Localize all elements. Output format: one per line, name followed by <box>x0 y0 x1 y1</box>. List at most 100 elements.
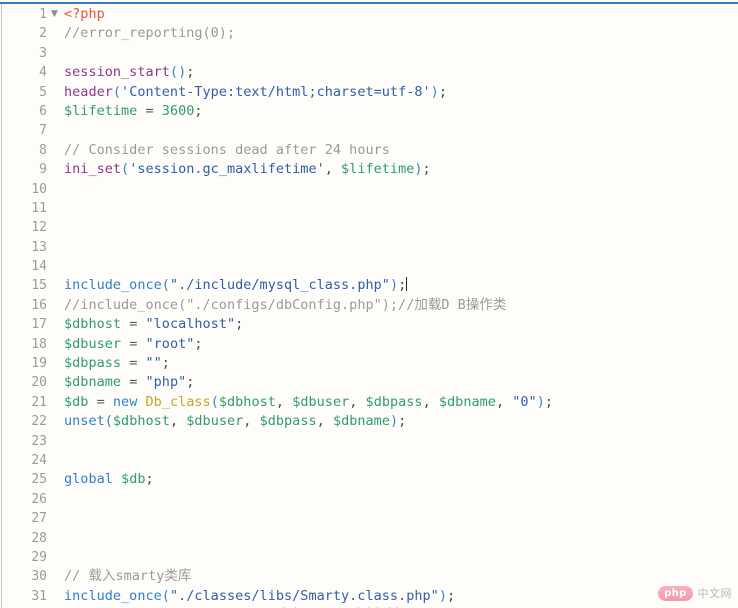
line-number: 18 <box>31 336 47 352</box>
code-fold-triangle-icon[interactable]: ▼ <box>48 5 61 24</box>
token-op: = <box>88 393 113 410</box>
code-line[interactable]: 1 ▼ <?php <box>0 5 738 24</box>
code-line[interactable]: 19 $dbpass = ""; <box>0 354 738 373</box>
token-paren: ( <box>210 393 219 410</box>
line-number: 21 <box>31 394 47 410</box>
token-str: "php" <box>145 374 187 391</box>
code-line[interactable]: 25 global $db; <box>0 470 738 489</box>
token-kw: new <box>112 393 138 410</box>
token-op: = <box>121 355 146 372</box>
code-line[interactable]: 7 <box>0 121 738 140</box>
code-line[interactable]: 29 <box>0 548 738 567</box>
token-punct: , <box>495 393 513 410</box>
code-line[interactable]: 30 // 载入smarty类库 <box>0 567 738 586</box>
token-var: $dbuser <box>292 393 350 410</box>
token-paren: ) <box>414 161 423 178</box>
code-line[interactable]: 26 <box>0 490 738 509</box>
token-cls: Db_class <box>145 393 211 410</box>
token-paren: ) <box>389 413 399 430</box>
token-str: 'Content-Type:text/html;charset=utf-8' <box>121 83 431 100</box>
token-comment: // Consider sessions dead after 24 hours <box>64 141 390 158</box>
code-line[interactable]: 28 <box>0 529 738 548</box>
code-line[interactable]: 24 <box>0 451 738 470</box>
line-number: 13 <box>31 239 47 255</box>
code-line[interactable]: 9 ini_set('session.gc_maxlifetime', $life… <box>0 160 738 179</box>
code-text: $dbhost = "localhost"; <box>64 315 243 334</box>
code-text: ini_set('session.gc_maxlifetime', $lifet… <box>64 160 431 179</box>
token-var: $db <box>121 471 146 488</box>
line-number: 12 <box>31 220 47 236</box>
token-punct: ; <box>194 335 203 352</box>
token-punct: ; <box>161 355 170 372</box>
line-number: 2 <box>39 26 47 42</box>
line-number: 4 <box>39 65 47 81</box>
token-var: $lifetime <box>341 161 415 178</box>
code-line[interactable]: 17 $dbhost = "localhost"; <box>0 315 738 334</box>
text-caret <box>406 277 408 292</box>
code-line[interactable]: 23 <box>0 432 738 451</box>
code-text: header('Content-Type:text/html;charset=u… <box>64 83 447 102</box>
code-line[interactable]: 21 $db = new Db_class($dbhost, $dbuser, $… <box>0 393 738 412</box>
code-line[interactable]: 4 session_start(); <box>0 63 738 82</box>
line-number: 26 <box>31 491 47 507</box>
line-number: 30 <box>31 569 47 585</box>
token-var: $db <box>64 393 89 410</box>
code-line[interactable]: 10 <box>0 180 738 199</box>
token-str: "./classes/libs/Smarty.class.php" <box>169 587 439 604</box>
token-kw: global <box>64 471 113 488</box>
code-line[interactable]: 14 <box>0 257 738 276</box>
code-line[interactable]: 5 header('Content-Type:text/html;charset=… <box>0 83 738 102</box>
token-punct: ; <box>194 102 203 119</box>
token-var: $dbpass <box>365 393 423 410</box>
token-paren: ( <box>161 277 170 294</box>
code-line[interactable]: 12 <box>0 218 738 237</box>
line-number: 10 <box>31 181 47 197</box>
line-number: 16 <box>31 297 47 313</box>
code-text: //error_reporting(0); <box>64 24 235 43</box>
line-number: 5 <box>39 84 47 100</box>
token-punct: ; <box>398 277 407 294</box>
line-number: 14 <box>31 259 47 275</box>
code-line[interactable]: 31 include_once("./classes/libs/Smarty.cl… <box>0 587 738 606</box>
token-var: $dbname <box>64 374 122 391</box>
token-op: = <box>121 316 146 333</box>
code-line[interactable]: 27 <box>0 509 738 528</box>
token-var: $dbname <box>332 413 390 430</box>
line-number: 3 <box>39 45 47 61</box>
token-punct: , <box>243 413 260 430</box>
code-line[interactable]: 13 <box>0 238 738 257</box>
line-number: 8 <box>39 142 47 158</box>
token-var: $dbuser <box>186 413 244 430</box>
token-punct: ; <box>186 374 195 391</box>
token-var: $dbpass <box>259 413 317 430</box>
code-line[interactable]: 22 unset($dbhost, $dbuser, $dbpass, $dbna… <box>0 412 738 431</box>
token-func: session_start <box>64 64 170 81</box>
token-punct: , <box>422 393 439 410</box>
token-str: "root" <box>145 335 195 352</box>
code-line[interactable]: 18 $dbuser = "root"; <box>0 335 738 354</box>
token-paren: ( <box>104 413 113 430</box>
token-str: "./include/mysql_class.php" <box>169 277 390 294</box>
code-content-area[interactable]: 1 ▼ <?php 2 //error_reporting(0); 3 4 session_s… <box>0 5 738 608</box>
code-line[interactable]: 8 // Consider sessions dead after 24 hour… <box>0 141 738 160</box>
code-line[interactable]: 20 $dbname = "php"; <box>0 373 738 392</box>
line-number: 7 <box>39 123 47 139</box>
code-text: include_once("./classes/libs/Smarty.clas… <box>64 587 455 606</box>
token-comment: //include_once("./configs/dbConfig.php")… <box>64 296 507 313</box>
code-line[interactable]: 2 //error_reporting(0); <box>0 24 738 43</box>
code-text: $dbname = "php"; <box>64 373 194 392</box>
code-line[interactable]: 3 <box>0 44 738 63</box>
token-op: = <box>121 335 146 352</box>
line-number: 9 <box>39 162 47 178</box>
token-inc: include_once <box>64 587 162 604</box>
token-comment: //error_reporting(0); <box>64 25 236 42</box>
code-text: unset($dbhost, $dbuser, $dbpass, $dbname… <box>64 412 406 431</box>
code-line[interactable]: 16 //include_once("./configs/dbConfig.php… <box>0 296 738 315</box>
code-line[interactable]: 11 <box>0 199 738 218</box>
line-number: 29 <box>31 549 47 565</box>
code-line[interactable]: 15 include_once("./include/mysql_class.ph… <box>0 276 738 295</box>
line-number: 11 <box>31 200 47 216</box>
token-paren: ) <box>389 277 399 294</box>
code-line[interactable]: 6 $lifetime = 3600; <box>0 102 738 121</box>
line-number: 31 <box>31 588 47 604</box>
